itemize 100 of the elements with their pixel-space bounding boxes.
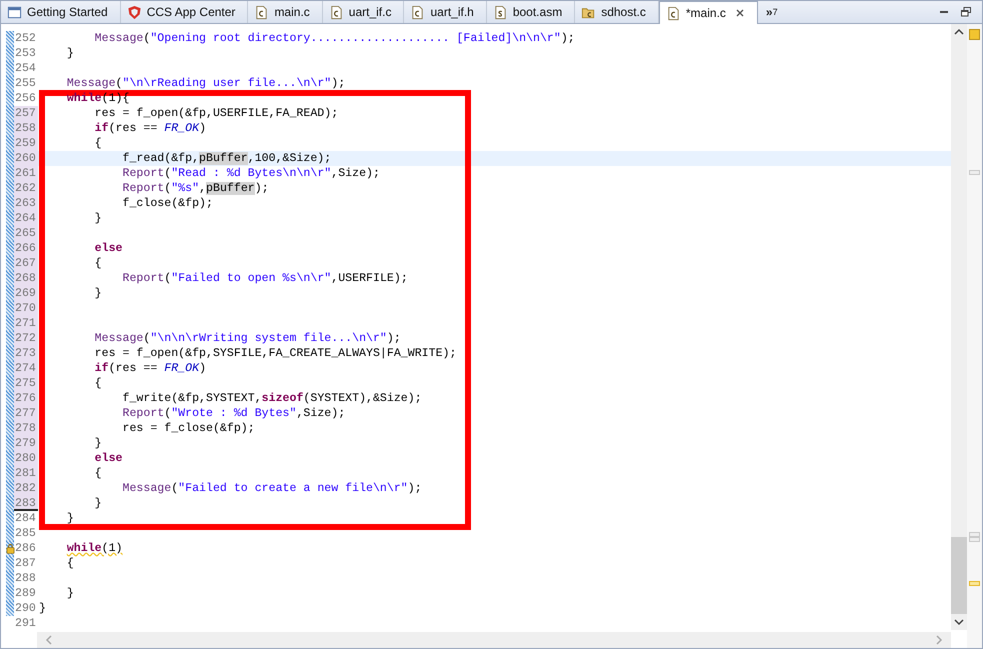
horizontal-scrollbar[interactable] <box>37 632 951 648</box>
file-icon <box>254 4 270 20</box>
editor-tab[interactable]: Getting Started <box>1 1 121 23</box>
code-text: { <box>94 377 102 390</box>
close-icon[interactable] <box>734 8 745 18</box>
line-number: 262 <box>14 181 38 196</box>
code-macro: Report <box>122 272 164 285</box>
line-number: 284 <box>14 511 37 526</box>
editor-tab[interactable]: sdhost.c <box>575 1 659 23</box>
code-text: ) <box>199 122 206 135</box>
line-number: 271 <box>14 316 38 331</box>
code-text: f_close(&fp); <box>122 197 213 210</box>
line-number: 287 <box>14 556 37 571</box>
scrollbar-thumb[interactable] <box>951 537 967 614</box>
editor-tab[interactable]: *main.c <box>658 1 758 24</box>
code-text: ); <box>408 482 422 495</box>
line-number: 279 <box>14 436 38 451</box>
line-number: 289 <box>14 586 37 601</box>
occurrence-marker[interactable] <box>969 170 980 175</box>
line-number: 260 <box>14 151 38 166</box>
line-number: 281 <box>14 466 38 481</box>
code-text: , <box>199 182 206 195</box>
code-text: } <box>94 287 102 300</box>
code-macro: Message <box>122 482 172 495</box>
code-macro: Message <box>94 332 144 345</box>
code-text: (res == <box>108 122 158 135</box>
code-text: } <box>66 512 74 525</box>
line-number: 272 <box>14 331 38 346</box>
code-text: res = f_open(&fp,SYSFILE,FA_CREATE_ALWAYS|FA_WRITE); <box>94 347 456 360</box>
code-macro: Message <box>66 77 116 90</box>
code-keyword: else <box>94 452 123 465</box>
code-keyword: if <box>94 362 109 375</box>
line-number: 257 <box>14 106 38 121</box>
line-number: 261 <box>14 166 38 181</box>
warning-marker[interactable] <box>969 581 980 586</box>
code-text: { <box>94 257 102 270</box>
restore-icon[interactable] <box>960 6 972 18</box>
code-text: { <box>94 467 102 480</box>
line-number: 258 <box>14 121 38 136</box>
line-number: 291 <box>14 616 37 631</box>
warning-icon[interactable] <box>6 543 15 554</box>
warning-summary-icon[interactable] <box>969 29 980 40</box>
code-text: ( <box>116 77 123 90</box>
line-number: 264 <box>14 211 38 226</box>
editor-tab[interactable]: boot.asm <box>486 1 576 23</box>
code-constant: FR_OK <box>164 122 200 135</box>
editor-tab[interactable]: uart_if.c <box>322 1 404 23</box>
line-number: 252 <box>14 31 37 46</box>
vertical-scrollbar[interactable] <box>951 24 967 630</box>
code-string: "%s" <box>171 182 200 195</box>
scroll-up-icon[interactable] <box>954 28 964 36</box>
code-text: ); <box>331 77 346 90</box>
line-number: 255 <box>14 76 37 91</box>
code-macro: Message <box>94 32 144 45</box>
code-text: ( <box>164 167 172 180</box>
code-text: ( <box>143 32 150 45</box>
code-text: ,Size); <box>296 407 346 420</box>
code-string: "\n\rReading user file...\n\r" <box>122 77 332 90</box>
file-icon <box>410 4 426 20</box>
code-text: ( <box>143 332 150 345</box>
line-number: 259 <box>14 136 38 151</box>
code-text: ) <box>199 362 206 375</box>
code-string: "Read : %d Bytes\n\n\r" <box>171 167 332 180</box>
line-number: 283 <box>14 496 38 511</box>
file-icon <box>492 4 508 20</box>
line-number: 286 <box>14 541 37 556</box>
code-text: } <box>39 602 46 615</box>
code-keyword: if <box>94 122 109 135</box>
editor-tab[interactable]: uart_if.h <box>404 1 487 23</box>
line-number: 278 <box>14 421 38 436</box>
editor-tab[interactable]: main.c <box>248 1 323 23</box>
file-icon <box>666 6 681 20</box>
code-text: (1) <box>102 542 123 555</box>
line-number: 273 <box>14 346 38 361</box>
code-text: ( <box>164 182 172 195</box>
code-text: ); <box>560 32 575 45</box>
occurrence-marker[interactable] <box>969 537 980 542</box>
occurrence-marker[interactable] <box>969 532 980 537</box>
code-string: "Wrote : %d Bytes" <box>171 407 296 420</box>
line-number: 280 <box>14 451 38 466</box>
code-text: } <box>66 47 74 60</box>
line-number: 254 <box>14 61 37 76</box>
line-number: 282 <box>14 481 38 496</box>
line-number: 253 <box>14 46 37 61</box>
line-number: 263 <box>14 196 38 211</box>
code-text: res = f_open(&fp,USERFILE,FA_READ); <box>94 107 338 120</box>
code-macro: Report <box>122 167 164 180</box>
code-text: ); <box>386 332 401 345</box>
line-number: 268 <box>14 271 38 286</box>
scroll-down-icon[interactable] <box>954 618 964 626</box>
scroll-left-icon[interactable] <box>45 635 53 645</box>
code-string: "\n\n\rWriting system file...\n\r" <box>150 332 387 345</box>
code-string: "Failed to create a new file\n\r" <box>178 482 408 495</box>
line-number: 270 <box>14 301 38 316</box>
editor-tab[interactable]: CCS App Center <box>120 1 248 23</box>
code-string: "Opening root directory.................... [Failed]\n\n\r" <box>150 32 561 45</box>
scroll-right-icon[interactable] <box>935 635 943 645</box>
code-text: ( <box>164 272 172 285</box>
code-string: "Failed to open %s\n\r" <box>171 272 332 285</box>
line-number: 267 <box>14 256 38 271</box>
